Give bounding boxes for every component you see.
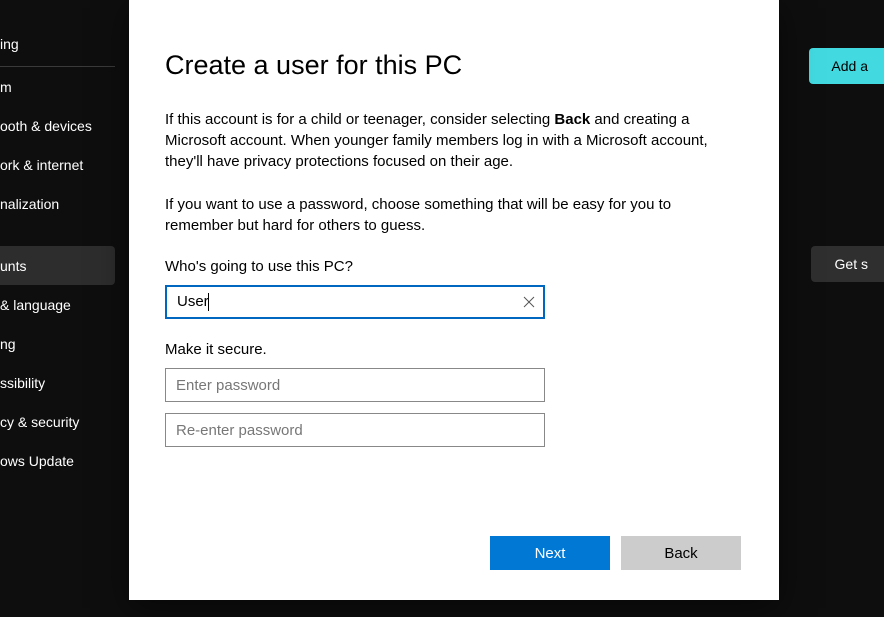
username-input[interactable]: User [165, 285, 545, 319]
back-button[interactable]: Back [621, 536, 741, 570]
settings-sidebar: ing m ooth & devices ork & internet nali… [0, 24, 115, 480]
text-caret [208, 293, 209, 311]
password-section-label: Make it secure. [165, 341, 741, 358]
sidebar-item-gaming[interactable]: ng [0, 324, 115, 363]
username-label: Who's going to use this PC? [165, 258, 741, 275]
password-input[interactable] [165, 368, 545, 402]
sidebar-item-windows-update[interactable]: ows Update [0, 441, 115, 480]
password-confirm-wrapper [165, 413, 545, 447]
dialog-footer: Next Back [165, 536, 741, 570]
sidebar-item-privacy[interactable]: cy & security [0, 402, 115, 441]
get-started-button[interactable]: Get s [811, 246, 884, 282]
create-user-dialog: Create a user for this PC If this accoun… [129, 0, 779, 600]
password-confirm-input[interactable] [165, 413, 545, 447]
desc1-bold: Back [554, 111, 590, 128]
dialog-description-1: If this account is for a child or teenag… [165, 109, 741, 172]
close-icon [523, 296, 535, 308]
sidebar-item-search[interactable]: ing [0, 24, 115, 67]
sidebar-item-time-language[interactable]: & language [0, 285, 115, 324]
sidebar-item-accounts[interactable]: unts [0, 246, 115, 285]
desc1-pre: If this account is for a child or teenag… [165, 111, 554, 128]
sidebar-item-system[interactable]: m [0, 67, 115, 106]
sidebar-item-accessibility[interactable]: ssibility [0, 363, 115, 402]
next-button[interactable]: Next [490, 536, 610, 570]
dialog-title: Create a user for this PC [165, 50, 741, 81]
username-value: User [177, 293, 209, 310]
clear-username-button[interactable] [521, 294, 537, 310]
sidebar-item-apps[interactable] [0, 223, 115, 246]
dialog-description-2: If you want to use a password, choose so… [165, 194, 741, 236]
sidebar-item-bluetooth[interactable]: ooth & devices [0, 106, 115, 145]
username-input-wrapper: User [165, 285, 545, 319]
sidebar-item-network[interactable]: ork & internet [0, 145, 115, 184]
password-input-wrapper [165, 368, 545, 402]
sidebar-item-personalization[interactable]: nalization [0, 184, 115, 223]
add-account-button[interactable]: Add a [809, 48, 884, 84]
